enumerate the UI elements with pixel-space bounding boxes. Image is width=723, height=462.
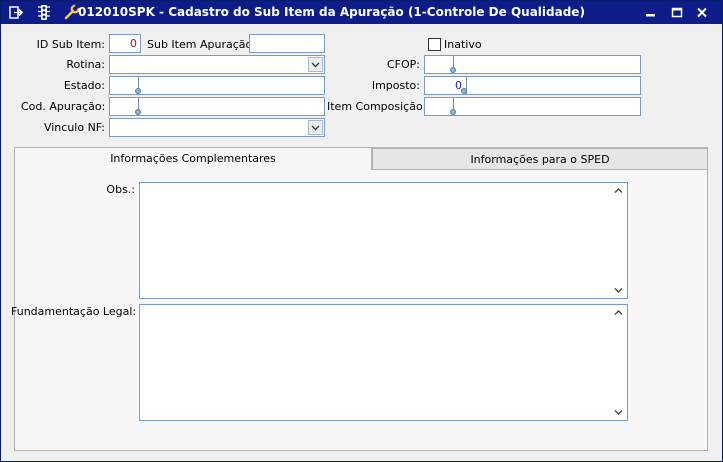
- scroll-up-icon[interactable]: [613, 186, 624, 195]
- main-window: 012010SPK - Cadastro do Sub Item da Apur…: [0, 0, 723, 462]
- minimize-icon[interactable]: [642, 4, 660, 21]
- scroll-down-icon[interactable]: [613, 286, 624, 295]
- id-sub-item-field[interactable]: 0: [109, 34, 141, 53]
- inativo-label: Inativo: [444, 38, 482, 51]
- exit-icon[interactable]: [7, 4, 25, 21]
- lookup-dot-icon[interactable]: [450, 67, 456, 73]
- item-composicao-label: Item Composição:: [327, 100, 427, 113]
- title-bar: 012010SPK - Cadastro do Sub Item da Apur…: [1, 1, 722, 24]
- imposto-label: Imposto:: [371, 79, 420, 92]
- cfop-label: CFOP:: [386, 58, 420, 71]
- chevron-down-icon[interactable]: [308, 57, 323, 72]
- obs-scrollbar[interactable]: [611, 184, 626, 297]
- scroll-down-icon[interactable]: [613, 408, 624, 417]
- fundamentacao-legal-textarea[interactable]: [139, 304, 628, 421]
- obs-label: Obs.:: [106, 183, 135, 196]
- lookup-dot-icon[interactable]: [135, 109, 141, 115]
- traffic-light-icon[interactable]: [35, 4, 53, 21]
- chevron-down-icon[interactable]: [308, 120, 323, 135]
- cod-apuracao-label: Cod. Apuração:: [21, 100, 106, 113]
- lookup-dot-icon[interactable]: [450, 109, 456, 115]
- maximize-icon[interactable]: [668, 4, 686, 21]
- estado-field[interactable]: [109, 76, 325, 95]
- sub-item-apuracao-label: Sub Item Apuração:: [147, 38, 256, 51]
- estado-label: Estado:: [63, 79, 105, 92]
- rotina-label: Rotina:: [66, 58, 105, 71]
- rotina-combobox[interactable]: [109, 55, 325, 74]
- fundamentacao-legal-label: Fundamentação Legal:: [11, 305, 137, 318]
- item-composicao-field[interactable]: [424, 97, 641, 116]
- scroll-up-icon[interactable]: [613, 308, 624, 317]
- imposto-field[interactable]: 0: [424, 76, 641, 95]
- fundamentacao-scrollbar[interactable]: [611, 306, 626, 419]
- obs-textarea[interactable]: [139, 182, 628, 299]
- sub-item-apuracao-field[interactable]: [249, 34, 325, 53]
- cod-apuracao-field[interactable]: [109, 97, 325, 116]
- lookup-dot-icon[interactable]: [461, 88, 467, 94]
- imposto-value: 0: [455, 79, 462, 92]
- window-title: 012010SPK - Cadastro do Sub Item da Apur…: [78, 5, 585, 19]
- tab-informacoes-sped[interactable]: Informações para o SPED: [372, 148, 708, 170]
- vinculo-nf-label: Vinculo NF:: [43, 121, 105, 134]
- inativo-checkbox[interactable]: [428, 38, 441, 51]
- cfop-field[interactable]: [424, 55, 641, 74]
- close-icon[interactable]: [693, 4, 711, 21]
- lookup-dot-icon[interactable]: [135, 88, 141, 94]
- tab-informacoes-complementares[interactable]: Informações Complementares: [14, 147, 372, 170]
- vinculo-nf-combobox[interactable]: [109, 118, 325, 137]
- id-sub-item-label: ID Sub Item:: [36, 38, 105, 51]
